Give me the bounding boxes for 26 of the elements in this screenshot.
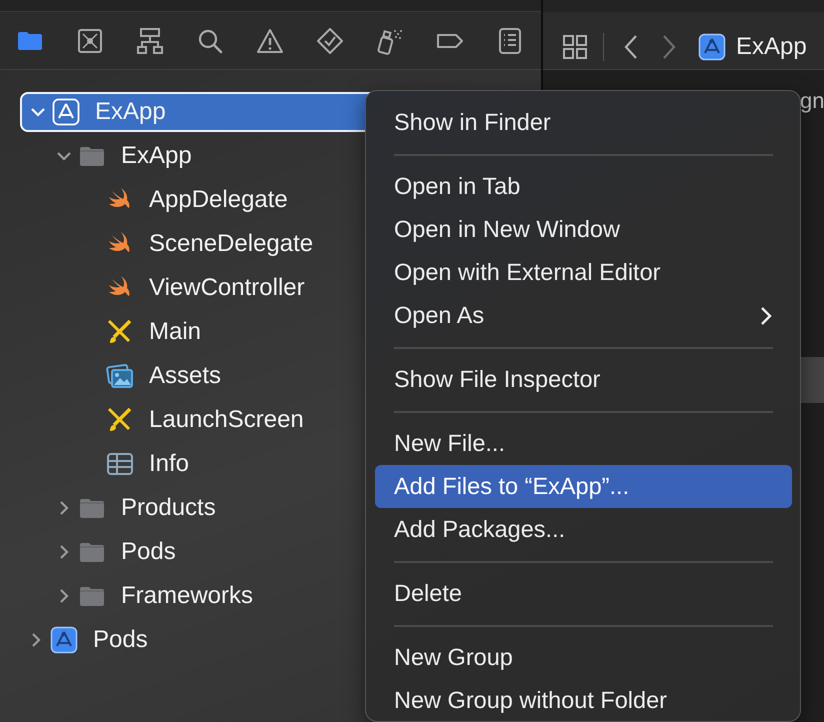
menu-item[interactable]: New File... [375, 422, 792, 465]
pencil-brush-icon [106, 406, 134, 434]
app-icon [698, 32, 726, 60]
partial-text: gni [800, 87, 824, 115]
grid-icon[interactable] [561, 32, 589, 60]
menu-item[interactable]: Show File Inspector [375, 358, 792, 401]
editor-title[interactable]: ExApp [736, 28, 807, 64]
photo-icon [106, 362, 134, 390]
highlighted-row-background [800, 357, 824, 403]
menu-item[interactable]: Open As [375, 294, 792, 337]
menu-item[interactable]: Add Packages... [375, 508, 792, 551]
app-icon [52, 98, 80, 126]
square-cross-icon[interactable] [76, 26, 104, 54]
warning-icon[interactable] [256, 26, 284, 54]
app-icon [50, 626, 78, 654]
menu-item[interactable]: New Group [375, 636, 792, 679]
table-icon [106, 450, 134, 478]
menu-item[interactable]: Open with External Editor [375, 251, 792, 294]
test-navigator-icon[interactable] [316, 26, 344, 54]
menu-item[interactable]: New Group without Folder [375, 679, 792, 722]
menu-item[interactable]: Delete [375, 572, 792, 615]
hierarchy-icon[interactable] [136, 26, 164, 54]
list-icon[interactable] [496, 26, 524, 54]
menu-item[interactable]: Open in New Window [375, 208, 792, 251]
pencil-brush-icon [106, 318, 134, 346]
menu-item[interactable]: Add Files to “ExApp”... [375, 465, 792, 508]
